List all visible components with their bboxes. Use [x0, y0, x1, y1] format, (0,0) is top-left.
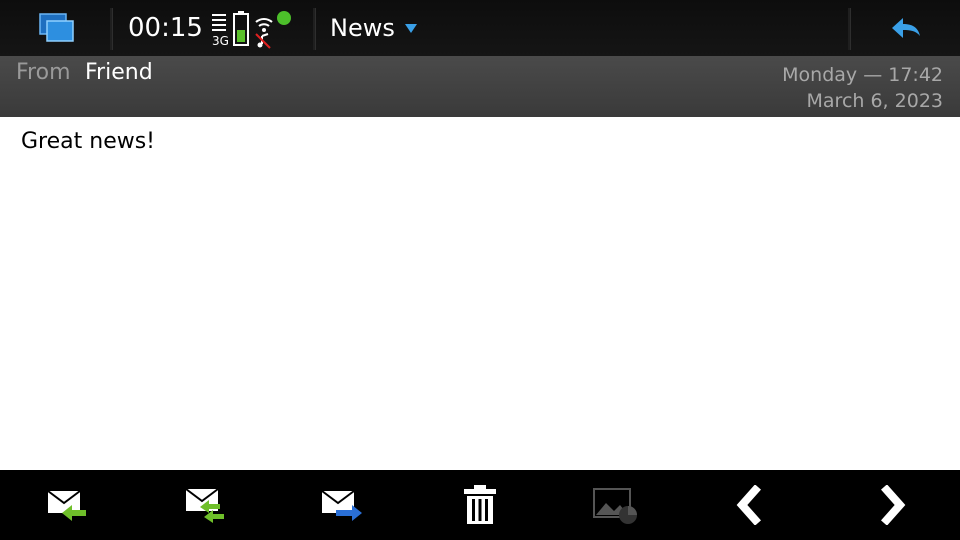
trash-icon[interactable]: [450, 480, 510, 530]
dropdown-arrow-icon: [404, 19, 417, 38]
bottom-toolbar: [0, 470, 960, 540]
network-label: 3G: [212, 34, 229, 48]
from-label: From: [16, 60, 71, 85]
message-day-time: Monday — 17:42: [782, 64, 943, 86]
status-bar: 00:15 3G News: [0, 0, 960, 56]
reply-all-icon[interactable]: [176, 480, 236, 530]
message-date: March 6, 2023: [806, 90, 943, 112]
app-title: News: [330, 14, 395, 42]
chevron-left-icon[interactable]: [722, 480, 782, 530]
status-icons: 3G: [208, 8, 304, 50]
message-header: From Friend Monday — 17:42 March 6, 2023: [0, 56, 960, 117]
separator: [848, 8, 851, 50]
forward-icon[interactable]: [312, 480, 372, 530]
task-switcher-icon[interactable]: [34, 10, 80, 46]
back-arrow-icon[interactable]: [878, 10, 934, 46]
app-menu[interactable]: News: [330, 10, 417, 46]
chevron-right-icon[interactable]: [860, 480, 920, 530]
message-text: Great news!: [21, 129, 155, 154]
image-icon: [586, 480, 646, 530]
clock: 00:15: [128, 13, 203, 43]
message-body: Great news!: [0, 117, 960, 470]
separator: [110, 8, 113, 50]
separator: [313, 8, 316, 50]
sender-name[interactable]: Friend: [85, 60, 153, 85]
reply-icon[interactable]: [38, 480, 98, 530]
